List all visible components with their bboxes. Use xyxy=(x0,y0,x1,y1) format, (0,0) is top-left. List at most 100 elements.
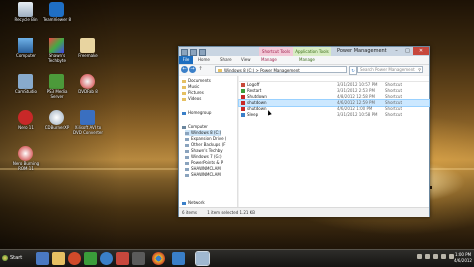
drive-icon xyxy=(185,131,189,135)
computer-icon xyxy=(182,125,186,129)
tab-manage-shortcut[interactable]: Manage xyxy=(261,56,277,64)
ps3-media-server-icon xyxy=(49,74,64,89)
contextual-tab-application-tools: Application Tools xyxy=(293,47,331,56)
back-icon[interactable]: ← xyxy=(181,66,188,73)
new-folder-icon[interactable] xyxy=(190,49,197,56)
navigation-buttons: ← → ↑ xyxy=(181,66,204,73)
desktop-icon-computer[interactable]: Computer xyxy=(9,38,43,66)
desktop-icon-ps3-media-server[interactable]: PS3 Media Server xyxy=(40,74,74,102)
folder-icon xyxy=(218,68,222,72)
desktop-icon-teamviewer[interactable]: TeamViewer 8 xyxy=(40,2,74,30)
desktop-icon-nero[interactable]: Nero 11 xyxy=(9,110,43,138)
nav-item-videos[interactable]: Videos xyxy=(182,96,201,102)
status-bar: 6 items 1 item selected 1.21 KB xyxy=(179,207,429,217)
nav-item-shawnmclam-2[interactable]: SHAWNMCLAM xyxy=(185,172,221,178)
shortcut-icon xyxy=(241,83,245,87)
taskbar-pin-app-icon[interactable] xyxy=(172,252,185,265)
shortcut-icon xyxy=(241,113,245,117)
drive-icon xyxy=(185,161,189,165)
network-drive-icon xyxy=(185,173,189,177)
quick-access-toolbar[interactable] xyxy=(181,48,206,56)
desktop-icon-shawns-techbyte[interactable]: Shawn's Techbyte xyxy=(40,38,74,66)
taskbar-pin-app-icon[interactable] xyxy=(116,252,129,265)
search-placeholder: Search Power Management xyxy=(360,67,415,72)
nero-icon xyxy=(18,110,33,125)
freemake-icon xyxy=(80,38,95,53)
homegroup-icon xyxy=(182,111,186,115)
window-title: Power Management xyxy=(337,48,387,54)
pictures-icon xyxy=(182,91,186,95)
drive-icon xyxy=(185,143,189,147)
drive-icon xyxy=(185,149,189,153)
tab-view[interactable]: View xyxy=(241,56,251,64)
window-controls: – □ ✕ xyxy=(391,47,429,56)
contextual-tab-shortcut-tools: Shortcut Tools xyxy=(259,47,293,56)
close-icon[interactable]: ✕ xyxy=(413,47,429,55)
clock-date: 4/6/2012 xyxy=(454,258,472,263)
videos-icon xyxy=(182,97,186,101)
dropdown-icon[interactable] xyxy=(199,49,206,56)
desktop-icon-xilisoft[interactable]: Xilisoft AVI to DVD Converter xyxy=(71,110,105,138)
taskbar-pin-1[interactable] xyxy=(36,252,49,265)
shortcut-icon xyxy=(241,107,245,111)
tab-file[interactable]: File xyxy=(179,56,193,64)
camstudio-icon xyxy=(18,74,33,89)
clock[interactable]: 1:00 PM 4/6/2012 xyxy=(454,252,472,264)
taskbar-pin-folder-icon[interactable] xyxy=(52,252,65,265)
tab-manage-application[interactable]: Manage xyxy=(299,56,315,64)
taskbar-pin-browser-icon[interactable] xyxy=(100,252,113,265)
windows-orb-icon xyxy=(2,254,8,261)
system-tray xyxy=(417,254,454,259)
shortcut-icon xyxy=(241,101,245,105)
taskbar: Start 1:00 PM 4/6/2012 xyxy=(0,249,474,267)
desktop-icon-camstudio[interactable]: CamStudio xyxy=(9,74,43,102)
address-input[interactable]: Windows 8 (C:) > Power Management xyxy=(215,66,347,73)
tray-icon[interactable] xyxy=(425,254,430,259)
desktop-icon-nero-burning-rom[interactable]: Nero Burning ROM 11 xyxy=(9,146,43,174)
search-input[interactable]: Search Power Management ⚲ xyxy=(357,66,423,73)
taskbar-pin-explorer-icon[interactable] xyxy=(195,251,210,266)
tray-icon[interactable] xyxy=(433,254,438,259)
selection-info: 1 item selected 1.21 KB xyxy=(207,210,256,215)
shortcut-icon xyxy=(241,89,245,93)
documents-icon xyxy=(182,79,186,83)
desktop-icon-cdburnerxp[interactable]: CDBurnerXP xyxy=(40,110,74,138)
nav-item-network[interactable]: Network xyxy=(182,200,205,206)
forward-icon[interactable]: → xyxy=(189,66,196,73)
tab-share[interactable]: Share xyxy=(220,56,232,64)
desktop-icon-freemake[interactable]: Freemake xyxy=(71,38,105,66)
folder-icon xyxy=(49,38,64,53)
taskbar-pin-chrome-icon[interactable] xyxy=(152,252,165,265)
drive-icon xyxy=(185,155,189,159)
item-count: 6 items xyxy=(182,210,197,215)
title-bar[interactable]: Shortcut Tools Application Tools Power M… xyxy=(179,47,429,56)
desktop-icon-recycle-bin[interactable]: Recycle Bin xyxy=(9,2,43,30)
navigation-pane[interactable]: Documents Music Pictures Videos Homegrou… xyxy=(179,76,238,207)
tray-icon[interactable] xyxy=(417,254,422,259)
network-icon xyxy=(182,201,186,205)
maximize-icon[interactable]: □ xyxy=(402,47,413,55)
nav-item-homegroup[interactable]: Homegroup xyxy=(182,110,211,116)
refresh-icon[interactable]: ↻ xyxy=(349,66,357,75)
taskbar-pin-media-icon[interactable] xyxy=(68,252,81,265)
address-path: Windows 8 (C:) > Power Management xyxy=(224,68,300,73)
properties-icon[interactable] xyxy=(181,49,188,56)
drive-icon xyxy=(185,137,189,141)
file-list[interactable]: Logoff 3/31/2012 10:57 PM Shortcut Resta… xyxy=(238,76,430,207)
recycle-bin-icon xyxy=(18,2,33,17)
tray-icon[interactable] xyxy=(441,254,446,259)
tab-home[interactable]: Home xyxy=(198,56,210,64)
cdburnerxp-icon xyxy=(49,110,64,125)
up-icon[interactable]: ↑ xyxy=(197,66,204,73)
address-bar-row: ← → ↑ Windows 8 (C:) > Power Management … xyxy=(179,65,429,75)
dvdfab-icon xyxy=(80,74,95,89)
shortcut-icon xyxy=(241,95,245,99)
taskbar-pin-app-icon[interactable] xyxy=(132,252,145,265)
music-icon xyxy=(182,85,186,89)
taskbar-pin-settings-icon[interactable] xyxy=(84,252,97,265)
start-button[interactable]: Start xyxy=(2,252,30,265)
explorer-window[interactable]: Shortcut Tools Application Tools Power M… xyxy=(178,46,430,217)
minimize-icon[interactable]: – xyxy=(391,47,402,55)
computer-icon xyxy=(18,38,33,53)
desktop-icon-dvdfab[interactable]: DVDFab 8 xyxy=(71,74,105,102)
